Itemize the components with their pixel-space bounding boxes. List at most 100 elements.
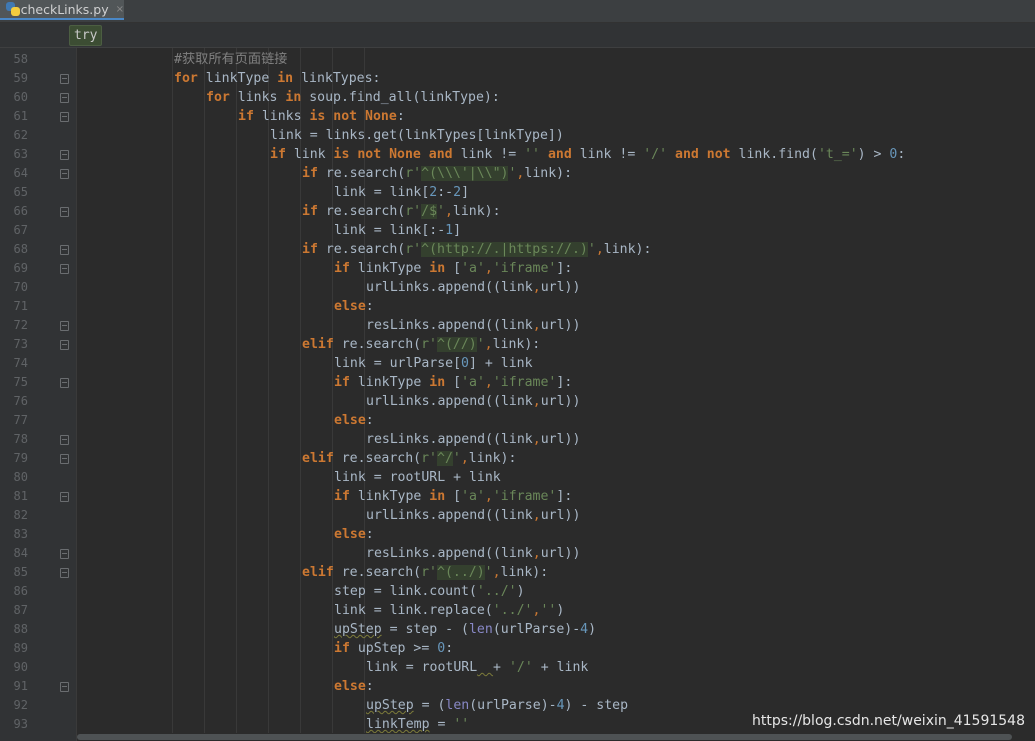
code-token: is not None and <box>333 147 453 162</box>
code-token: ^/ <box>437 451 453 466</box>
code-line[interactable]: link = urlParse[0] + link <box>334 354 533 373</box>
fold-marker-icon[interactable] <box>60 264 69 274</box>
code-line[interactable]: elif re.search(r'^(//)',link): <box>302 335 540 354</box>
tab-checklinks-py[interactable]: checkLinks.py × <box>0 0 124 20</box>
code-token: re.search( <box>317 242 406 257</box>
code-token: 'a' <box>461 375 485 390</box>
code-token: link = rootURL + link <box>334 470 501 485</box>
code-line[interactable]: else: <box>334 677 374 696</box>
code-line[interactable]: for links in soup.find_all(linkType): <box>206 88 500 107</box>
code-token: link): <box>468 451 517 466</box>
code-line[interactable]: urlLinks.append((link,url)) <box>366 392 580 411</box>
code-line[interactable]: else: <box>334 297 374 316</box>
code-line[interactable]: link = rootURL + link <box>334 468 501 487</box>
code-token: (urlParse)- <box>469 698 557 713</box>
code-line[interactable]: upStep = (len(urlParse)-4) - step <box>366 696 628 715</box>
fold-marker-icon[interactable] <box>60 340 69 350</box>
code-token: linkTypes: <box>293 71 381 86</box>
code-line[interactable]: step = link.count('../') <box>334 582 525 601</box>
code-token: re.search( <box>317 166 406 181</box>
code-line[interactable]: upStep = step - (len(urlParse)-4) <box>334 620 596 639</box>
fold-marker-icon[interactable] <box>60 93 69 103</box>
indent-guide <box>236 48 237 741</box>
line-number: 64 <box>13 166 28 180</box>
code-token: ' <box>437 204 445 219</box>
breadcrumb-try[interactable]: try <box>69 25 103 46</box>
code-token: /$ <box>421 204 438 219</box>
code-token: r' <box>421 337 437 352</box>
line-number: 70 <box>13 280 28 294</box>
line-number: 75 <box>13 375 28 389</box>
code-line[interactable]: if link is not None and link != '' and l… <box>270 145 905 164</box>
close-icon[interactable]: × <box>116 4 124 15</box>
line-number: 68 <box>13 242 28 256</box>
code-line[interactable]: if re.search(r'^(\\\'|\\")',link): <box>302 164 572 183</box>
fold-marker-icon[interactable] <box>60 245 69 255</box>
code-line[interactable]: resLinks.append((link,url)) <box>366 316 580 335</box>
code-line[interactable]: #获取所有页面链接 <box>174 50 287 69</box>
code-token: ] + link <box>469 356 533 371</box>
code-token: links <box>229 90 286 105</box>
fold-marker-icon[interactable] <box>60 568 69 578</box>
code-editor[interactable]: #获取所有页面链接 for linkType in linkTypes: for l… <box>77 48 1035 741</box>
fold-marker-icon[interactable] <box>60 169 69 179</box>
code-token: else <box>334 679 366 694</box>
code-line[interactable]: if linkType in ['a','iframe']: <box>334 259 572 278</box>
line-number: 61 <box>13 109 28 123</box>
fold-marker-icon[interactable] <box>60 150 69 160</box>
fold-marker-icon[interactable] <box>60 492 69 502</box>
code-token: '/' <box>508 660 533 675</box>
code-token: link = urlParse[ <box>334 356 462 371</box>
code-line[interactable]: if re.search(r'/$',link): <box>302 202 501 221</box>
code-token: , <box>492 565 501 580</box>
code-line[interactable]: link = link[2:-2] <box>334 183 469 202</box>
code-token: resLinks.append((link <box>366 318 533 333</box>
code-line[interactable]: resLinks.append((link,url)) <box>366 544 580 563</box>
code-line[interactable]: urlLinks.append((link,url)) <box>366 278 580 297</box>
fold-marker-icon[interactable] <box>60 207 69 217</box>
code-line[interactable]: if linkType in ['a','iframe']: <box>334 373 572 392</box>
code-line[interactable]: if upStep >= 0: <box>334 639 453 658</box>
code-line[interactable]: else: <box>334 411 374 430</box>
fold-marker-icon[interactable] <box>60 549 69 559</box>
fold-marker-icon[interactable] <box>60 321 69 331</box>
code-token: url)) <box>540 318 581 333</box>
code-line[interactable]: for linkType in linkTypes: <box>174 69 380 88</box>
line-number-gutter[interactable]: 58 59 60 61 62 63 64 65 66 67 68 69 70 71 72 73 74 75 76 77… <box>0 48 77 741</box>
code-line[interactable]: linkTemp = '' <box>366 715 469 734</box>
line-number: 92 <box>13 698 28 712</box>
code-line[interactable]: link = rootURL + '/' + link <box>366 658 588 677</box>
code-line[interactable]: resLinks.append((link,url)) <box>366 430 580 449</box>
fold-marker-icon[interactable] <box>60 682 69 692</box>
code-line[interactable]: if links is not None: <box>238 107 405 126</box>
code-token: , <box>484 489 493 504</box>
indent-guide <box>204 48 205 741</box>
code-line[interactable]: if re.search(r'^(http://.|https://.)',li… <box>302 240 651 259</box>
line-number: 90 <box>13 660 28 674</box>
code-line[interactable]: link = link.replace('../','') <box>334 601 564 620</box>
code-line[interactable]: urlLinks.append((link,url)) <box>366 506 580 525</box>
code-line[interactable]: if linkType in ['a','iframe']: <box>334 487 572 506</box>
horizontal-scrollbar[interactable] <box>77 733 1035 741</box>
code-line[interactable]: link = link[:-1] <box>334 221 461 240</box>
code-token: ^(../) <box>437 565 485 580</box>
fold-marker-icon[interactable] <box>60 435 69 445</box>
code-line[interactable]: elif re.search(r'^(../)',link): <box>302 563 548 582</box>
line-number: 86 <box>13 584 28 598</box>
fold-marker-icon[interactable] <box>60 112 69 122</box>
line-number: 58 <box>13 52 28 66</box>
code-line[interactable]: else: <box>334 525 374 544</box>
fold-marker-icon[interactable] <box>60 454 69 464</box>
code-token: is not None <box>309 109 397 124</box>
code-token: ]: <box>556 489 573 504</box>
code-line[interactable]: elif re.search(r'^/',link): <box>302 449 516 468</box>
scrollbar-thumb[interactable] <box>77 734 1012 740</box>
code-token: link.find( <box>730 147 818 162</box>
code-token: = ( <box>413 698 446 713</box>
code-line[interactable]: link = links.get(linkTypes[linkType]) <box>270 126 564 145</box>
fold-marker-icon[interactable] <box>60 74 69 84</box>
fold-marker-icon[interactable] <box>60 378 69 388</box>
code-token: urlLinks.append((link <box>366 394 533 409</box>
code-token: : <box>365 413 374 428</box>
